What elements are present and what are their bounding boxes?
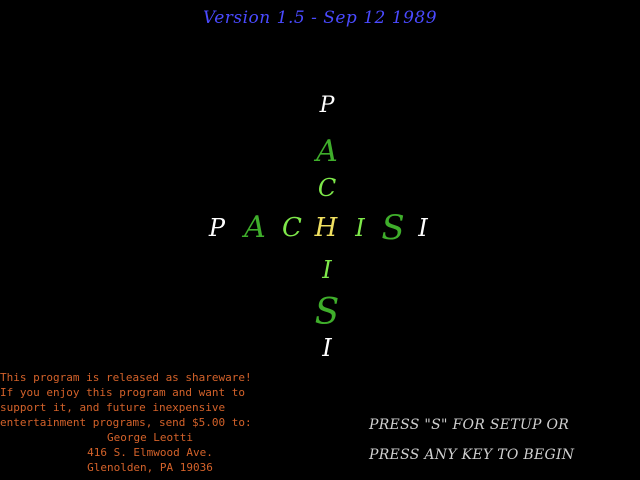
- version-label: Version 1.5 - Sep 12 1989: [202, 8, 438, 28]
- title-letter-vertical-7: I: [322, 334, 332, 362]
- title-letter-horizontal-5: I: [355, 214, 365, 242]
- author-street: 416 S. Elmwood Ave.: [87, 446, 213, 459]
- title-letter-horizontal-6: S: [381, 208, 405, 248]
- author-city: Glenolden, PA 19036: [87, 461, 213, 474]
- title-letter-vertical-1: P: [319, 93, 335, 118]
- begin-prompt: PRESS ANY KEY TO BEGIN: [369, 447, 575, 463]
- title-screen[interactable]: Version 1.5 - Sep 12 1989 PACHISIPACISI …: [0, 0, 640, 480]
- shareware-line-1: This program is released as shareware!: [0, 371, 252, 384]
- shareware-line-2: If you enjoy this program and want to: [0, 386, 246, 399]
- setup-prompt: PRESS "S" FOR SETUP OR: [369, 417, 570, 433]
- title-letter-horizontal-3: C: [282, 213, 302, 243]
- author-name: George Leotti: [106, 431, 194, 444]
- shareware-line-4: entertainment programs, send $5.00 to:: [0, 416, 252, 429]
- shareware-notice: This program is released as shareware! I…: [0, 370, 310, 475]
- title-letter-vertical-3: C: [317, 174, 337, 202]
- title-letter-vertical-2: A: [316, 134, 338, 169]
- title-letter-vertical-5: I: [322, 256, 332, 284]
- title-letter-horizontal-1: P: [208, 214, 226, 242]
- title-letter-horizontal-4: H: [314, 213, 338, 243]
- title-letter-horizontal-2: A: [244, 210, 266, 245]
- title-letter-horizontal-7: I: [418, 214, 428, 242]
- shareware-line-3: support it, and future inexpensive: [0, 401, 226, 414]
- title-letter-vertical-6: S: [314, 292, 340, 333]
